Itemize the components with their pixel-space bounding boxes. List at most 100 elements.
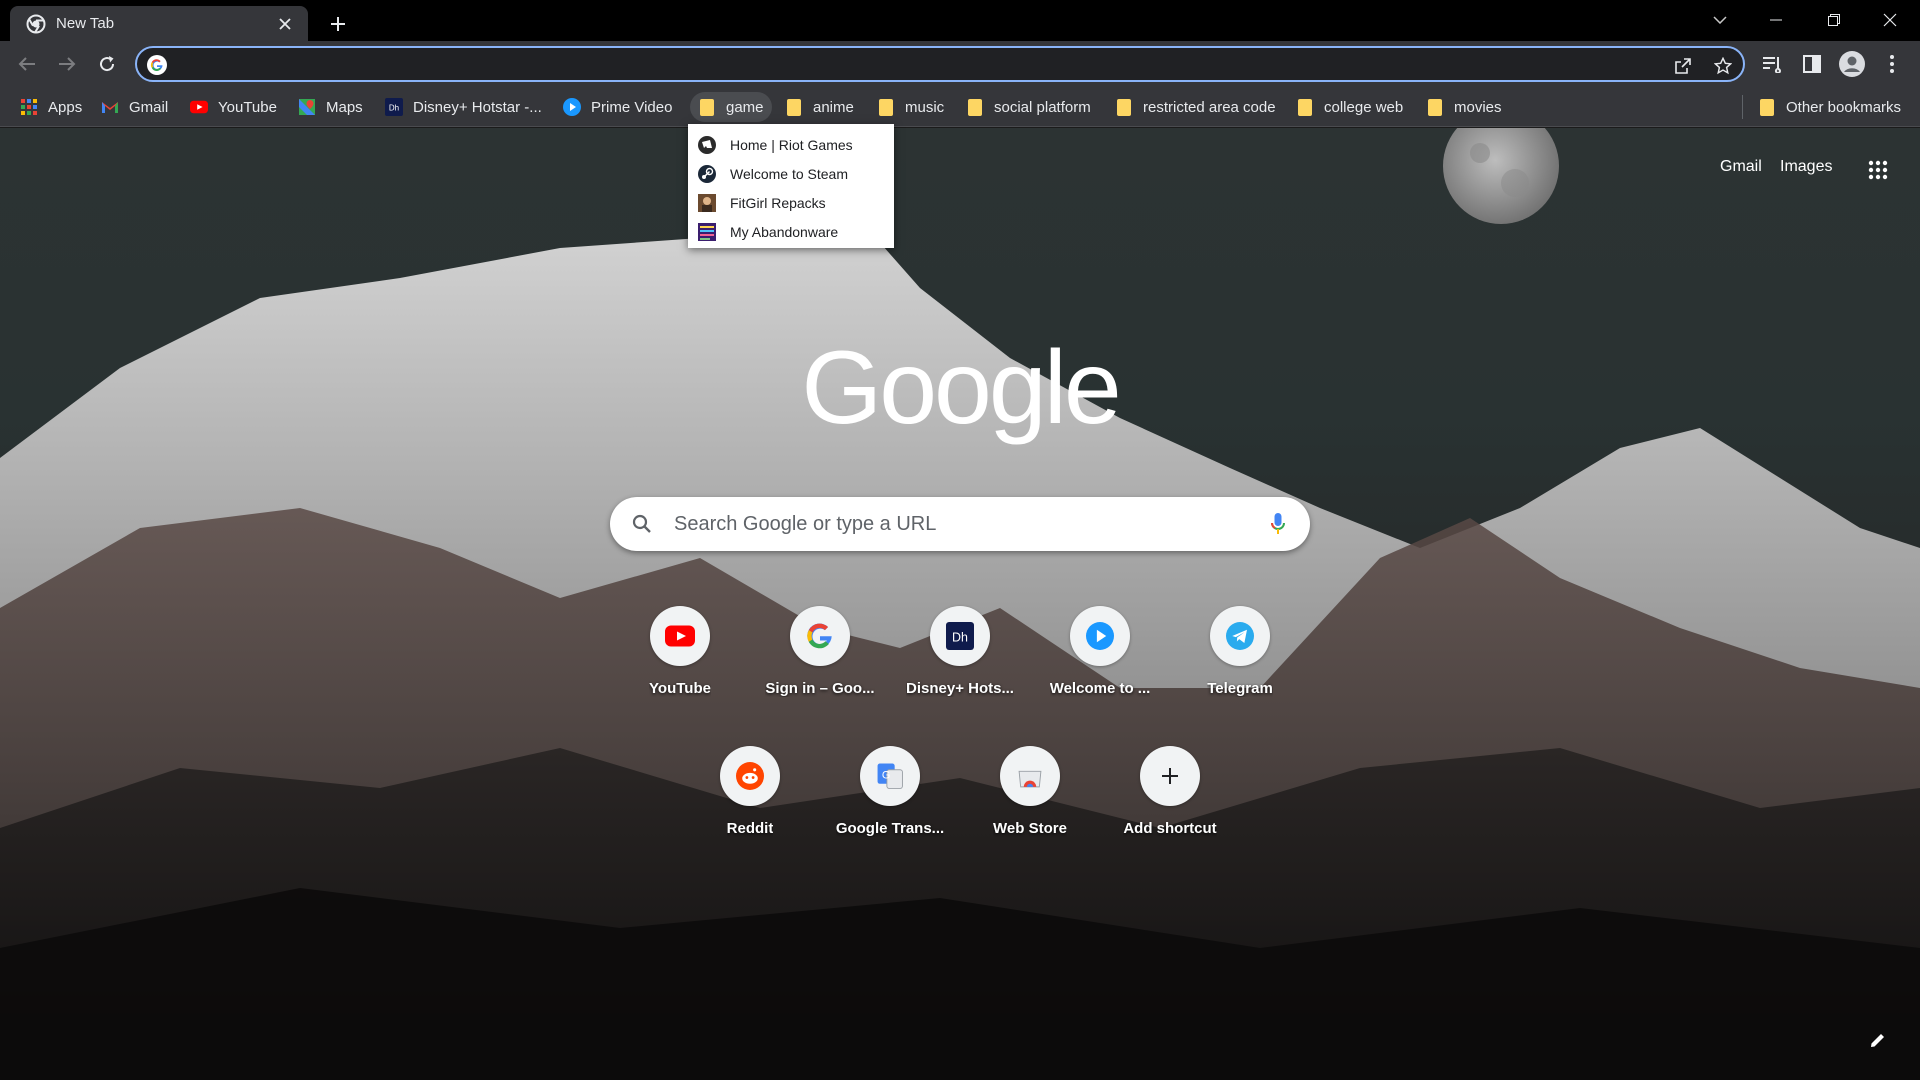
address-bar[interactable]	[135, 46, 1745, 82]
tab-search-button[interactable]	[1692, 0, 1748, 40]
chrome-menu-button[interactable]	[1878, 50, 1906, 78]
more-vertical-icon	[1890, 55, 1894, 73]
arrow-right-icon	[59, 57, 76, 71]
google-apps-button[interactable]	[1864, 156, 1892, 184]
bookmark-folder-music[interactable]: music	[869, 92, 952, 122]
folder-icon	[785, 98, 803, 116]
google-logo: Google	[801, 330, 1121, 446]
folder-icon	[966, 98, 984, 116]
bookmark-folder-other-bookmarks[interactable]: Other bookmarks	[1750, 92, 1909, 122]
shortcut-icon-tile: G	[860, 746, 920, 806]
bookmark-folder-menu: Home | Riot Games Welcome to Steam FitGi…	[688, 124, 894, 248]
svg-text:Dh: Dh	[952, 630, 968, 644]
shortcut-google-sign-in[interactable]: Sign in – Goo...	[764, 590, 876, 702]
menu-item-steam[interactable]: Welcome to Steam	[688, 159, 894, 188]
images-link[interactable]: Images	[1780, 158, 1832, 176]
tab-title: New Tab	[56, 15, 115, 32]
bookmark-label: Other bookmarks	[1786, 98, 1902, 116]
search-icon	[632, 514, 651, 533]
bookmark-label: YouTube	[218, 98, 277, 116]
shortcut-icon-tile	[1140, 746, 1200, 806]
bookmark-label: music	[905, 98, 945, 116]
minimize-icon	[1770, 19, 1782, 21]
shortcut-reddit[interactable]: Reddit	[694, 730, 806, 842]
bookmark-gmail[interactable]: Gmail	[93, 92, 176, 122]
bookmark-label: restricted area code	[1143, 98, 1276, 116]
tab-close-button[interactable]	[274, 13, 296, 35]
bookmark-star-button[interactable]	[1711, 54, 1735, 78]
close-icon	[1883, 13, 1897, 27]
menu-item-riot-games[interactable]: Home | Riot Games	[688, 130, 894, 159]
prime-video-icon	[1086, 622, 1114, 650]
restore-icon	[1828, 14, 1840, 26]
ntp-search-box[interactable]	[610, 497, 1310, 551]
bookmark-folder-movies[interactable]: movies	[1418, 92, 1510, 122]
shortcut-disney-hotstar[interactable]: Dh Disney+ Hots...	[904, 590, 1016, 702]
side-panel-button[interactable]	[1798, 50, 1826, 78]
bookmark-label: social platform	[994, 98, 1091, 116]
share-button[interactable]	[1671, 54, 1695, 78]
plus-icon	[331, 17, 345, 31]
shortcut-icon-tile	[1000, 746, 1060, 806]
bookmark-prime-video[interactable]: Prime Video	[555, 92, 680, 122]
shortcut-icon-tile	[1210, 606, 1270, 666]
bookmark-apps[interactable]: Apps	[12, 92, 90, 122]
bookmark-folder-college-web[interactable]: college web	[1288, 92, 1411, 122]
shortcut-label: Google Trans...	[835, 820, 945, 837]
forward-button[interactable]	[51, 48, 83, 80]
apps-grid-icon	[21, 99, 37, 115]
tab-strip: New Tab	[0, 0, 1920, 41]
shortcut-icon-tile	[720, 746, 780, 806]
bookmark-maps[interactable]: Maps	[290, 92, 371, 122]
pencil-icon	[1871, 1034, 1884, 1047]
shortcut-icon-tile	[650, 606, 710, 666]
chevron-down-icon	[1713, 16, 1727, 24]
back-button[interactable]	[11, 48, 43, 80]
reading-list-button[interactable]	[1758, 50, 1786, 78]
restore-button[interactable]	[1806, 0, 1862, 40]
prime-video-icon	[563, 98, 581, 116]
star-icon	[1714, 57, 1732, 75]
bookmark-folder-game[interactable]: game	[690, 92, 772, 122]
new-tab-button[interactable]	[324, 10, 352, 38]
folder-icon	[877, 98, 895, 116]
profile-button[interactable]	[1838, 50, 1866, 78]
folder-icon	[1758, 98, 1776, 116]
telegram-icon	[1226, 622, 1254, 650]
apps-grid-icon	[1868, 160, 1888, 180]
shortcut-telegram[interactable]: Telegram	[1184, 590, 1296, 702]
shortcut-label: YouTube	[649, 680, 711, 697]
add-shortcut-button[interactable]: Add shortcut	[1114, 730, 1226, 842]
share-icon	[1675, 58, 1691, 74]
youtube-icon	[190, 100, 208, 114]
minimize-button[interactable]	[1748, 0, 1804, 40]
reload-button[interactable]	[91, 48, 123, 80]
gmail-link[interactable]: Gmail	[1720, 158, 1762, 176]
shortcut-web-store[interactable]: Web Store	[974, 730, 1086, 842]
svg-text:Dh: Dh	[389, 104, 399, 113]
bookmark-label: movies	[1454, 98, 1502, 116]
bookmark-label: Apps	[48, 98, 83, 116]
bookmark-label: college web	[1324, 98, 1404, 116]
shortcut-google-translate[interactable]: G Google Trans...	[834, 730, 946, 842]
voice-search-button[interactable]	[1264, 510, 1292, 538]
bookmark-folder-restricted-area-code[interactable]: restricted area code	[1107, 92, 1284, 122]
menu-item-fitgirl-repacks[interactable]: FitGirl Repacks	[688, 188, 894, 217]
close-window-button[interactable]	[1862, 0, 1918, 40]
google-translate-icon: G	[877, 763, 903, 789]
bookmark-folder-anime[interactable]: anime	[777, 92, 862, 122]
tab-new-tab[interactable]: New Tab	[10, 6, 308, 41]
bookmarks-divider	[1742, 95, 1743, 119]
customize-chrome-button[interactable]	[1864, 1026, 1892, 1054]
ntp-search-input[interactable]	[674, 510, 1234, 538]
menu-item-my-abandonware[interactable]: My Abandonware	[688, 217, 894, 246]
bookmark-youtube[interactable]: YouTube	[182, 92, 285, 122]
bookmark-folder-social-platform[interactable]: social platform	[958, 92, 1099, 122]
shortcut-youtube[interactable]: YouTube	[624, 590, 736, 702]
shortcut-prime-video[interactable]: Welcome to ...	[1044, 590, 1156, 702]
reading-list-icon	[1763, 57, 1781, 73]
address-input[interactable]	[177, 52, 1637, 76]
shortcut-label: Telegram	[1207, 680, 1273, 697]
bookmark-hotstar[interactable]: Dh Disney+ Hotstar -...	[377, 92, 550, 122]
steam-icon	[698, 164, 716, 183]
